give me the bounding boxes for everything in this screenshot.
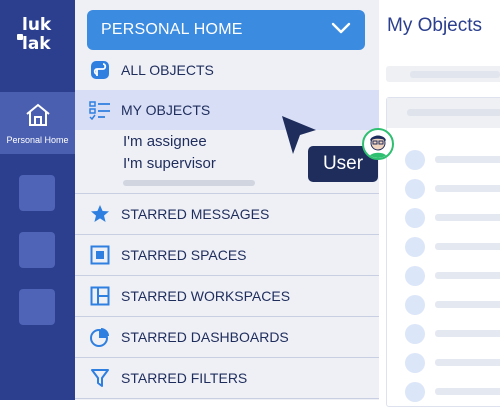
table-row[interactable]	[387, 204, 500, 234]
nav-item-label: ALL OBJECTS	[121, 62, 214, 78]
nav-item-starred-filters[interactable]: STARRED FILTERS	[75, 358, 379, 398]
navigation-panel: PERSONAL HOME ALL OBJECTS MY OBJECTS I'm…	[75, 0, 379, 400]
page-title: My Objects	[387, 15, 483, 36]
table-row[interactable]	[387, 320, 500, 350]
sub-item-assignee[interactable]: I'm assignee	[123, 133, 207, 150]
list-icon	[89, 99, 111, 121]
app-rail: luk lak Personal Home	[0, 0, 75, 400]
nav-item-starred-dashboards[interactable]: STARRED DASHBOARDS	[75, 317, 379, 357]
space-icon	[89, 244, 111, 266]
nav-item-label: STARRED WORKSPACES	[121, 288, 291, 304]
logo-text-top: luk	[22, 15, 52, 35]
nav-item-my-objects[interactable]: MY OBJECTS	[75, 90, 379, 130]
dashboard-icon	[89, 326, 111, 348]
star-icon	[89, 203, 111, 225]
table-row[interactable]	[387, 378, 500, 408]
nav-item-starred-spaces[interactable]: STARRED SPACES	[75, 235, 379, 275]
nav-item-starred-workspaces[interactable]: STARRED WORKSPACES	[75, 276, 379, 316]
nav-item-all-objects[interactable]: ALL OBJECTS	[75, 50, 379, 90]
nav-item-label: STARRED MESSAGES	[121, 206, 270, 222]
table-row[interactable]	[387, 233, 500, 263]
workspace-icon	[89, 285, 111, 307]
table-row[interactable]	[387, 146, 500, 176]
rail-item-placeholder[interactable]	[19, 232, 55, 268]
nav-item-label: STARRED SPACES	[121, 247, 247, 263]
rail-item-placeholder[interactable]	[19, 289, 55, 325]
content-area: My Objects	[379, 0, 500, 407]
table-header-placeholder	[387, 98, 500, 128]
nav-item-label: MY OBJECTS	[121, 102, 211, 118]
home-dropdown[interactable]: PERSONAL HOME	[87, 10, 365, 50]
table-row[interactable]	[387, 349, 500, 379]
dropdown-label: PERSONAL HOME	[101, 21, 243, 38]
filter-icon	[89, 367, 111, 389]
table-row[interactable]	[387, 262, 500, 292]
objects-table	[386, 97, 500, 407]
home-icon	[24, 102, 52, 133]
toolbar-placeholder	[386, 66, 500, 82]
table-row[interactable]	[387, 175, 500, 205]
logo-text-bottom: lak	[22, 34, 51, 54]
divider	[75, 398, 379, 399]
user-label: User	[322, 153, 364, 174]
objects-icon	[89, 59, 111, 81]
sub-item-supervisor[interactable]: I'm supervisor	[123, 155, 216, 172]
app-logo[interactable]: luk lak	[14, 12, 64, 64]
table-row[interactable]	[387, 291, 500, 321]
chevron-down-icon	[331, 21, 351, 39]
loading-placeholder	[123, 180, 255, 186]
nav-item-starred-messages[interactable]: STARRED MESSAGES	[75, 194, 379, 234]
nav-item-label: STARRED DASHBOARDS	[121, 329, 289, 345]
nav-item-label: STARRED FILTERS	[121, 370, 248, 386]
rail-item-placeholder[interactable]	[19, 175, 55, 211]
avatar	[362, 128, 394, 160]
rail-item-personal-home[interactable]: Personal Home	[0, 92, 75, 154]
rail-item-label: Personal Home	[6, 134, 69, 145]
